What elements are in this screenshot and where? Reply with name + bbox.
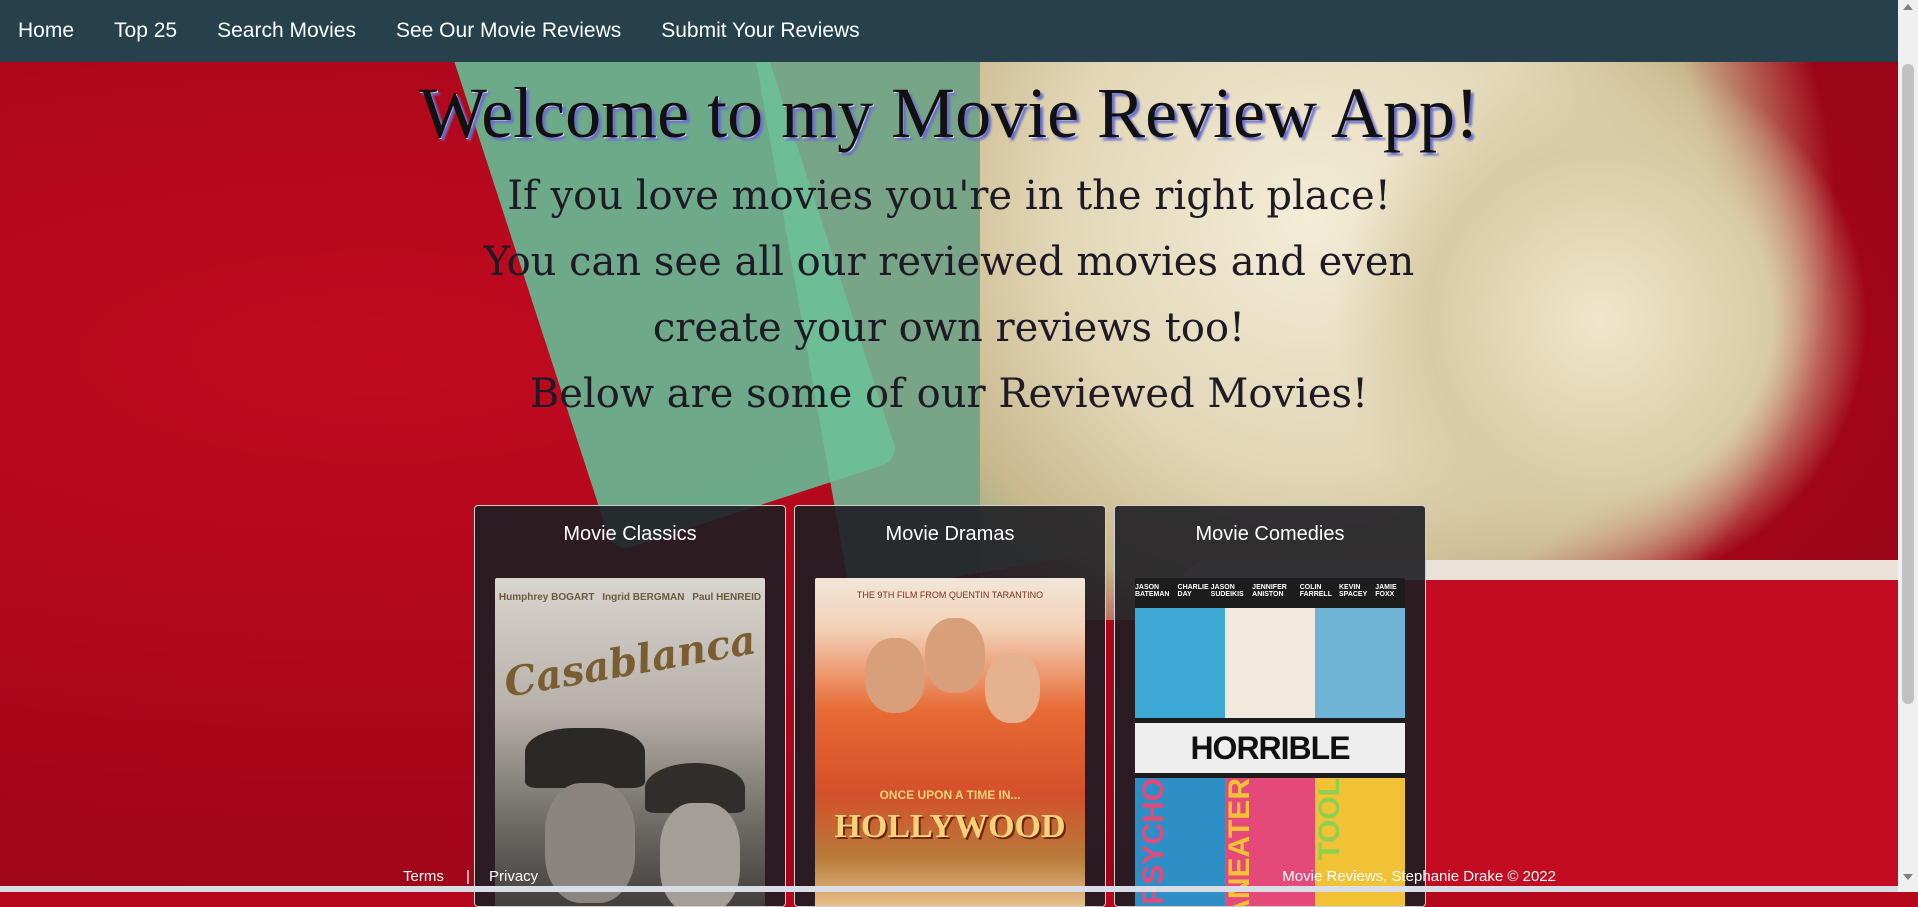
poster-face-graphic	[985, 653, 1040, 723]
poster-face-graphic	[925, 618, 985, 693]
scrollbar-thumb[interactable]	[1902, 64, 1914, 704]
hero-line-4: Below are some of our Reviewed Movies!	[529, 371, 1369, 417]
poster-panel	[1225, 608, 1315, 718]
poster-once-upon-a-time[interactable]: THE 9TH FILM FROM QUENTIN TARANTINO ONCE…	[815, 578, 1085, 906]
poster-names: JASON BATEMAN CHARLIE DAY JASON SUDEIKIS…	[1135, 584, 1405, 598]
poster-name: JASON BATEMAN	[1135, 584, 1170, 598]
scroll-up-arrow-icon[interactable]	[1903, 4, 1913, 10]
poster-horrible-bosses[interactable]: JASON BATEMAN CHARLIE DAY JASON SUDEIKIS…	[1135, 578, 1405, 906]
footer-separator: |	[466, 868, 470, 885]
movie-cards: Movie Classics Humphrey BOGART Ingrid BE…	[474, 505, 1426, 907]
nav-see-reviews[interactable]: See Our Movie Reviews	[378, 19, 639, 43]
footer-privacy-link[interactable]: Privacy	[489, 868, 538, 885]
card-movie-comedies[interactable]: Movie Comedies JASON BATEMAN CHARLIE DAY…	[1114, 505, 1426, 907]
nav-home[interactable]: Home	[0, 19, 92, 43]
nav-search-movies[interactable]: Search Movies	[199, 19, 374, 43]
poster-name: COLIN FARRELL	[1299, 584, 1332, 598]
navbar: Home Top 25 Search Movies See Our Movie …	[0, 0, 1898, 62]
hero-line-2: You can see all our reviewed movies and …	[483, 239, 1415, 285]
poster-name: JASON SUDEIKIS	[1210, 584, 1244, 598]
poster-name: Paul HENREID	[692, 592, 762, 603]
bottom-strip	[0, 886, 1898, 892]
poster-name: JENNIFER ANISTON	[1252, 584, 1287, 598]
card-movie-classics[interactable]: Movie Classics Humphrey BOGART Ingrid BE…	[474, 505, 786, 907]
poster-upper-title: ONCE UPON A TIME IN...	[879, 788, 1021, 802]
nav-submit-reviews[interactable]: Submit Your Reviews	[643, 19, 877, 43]
hero-line-1: If you love movies you're in the right p…	[507, 173, 1391, 219]
hero: Welcome to my Movie Review App! If you l…	[0, 62, 1898, 427]
poster-name: Humphrey BOGART	[498, 592, 595, 603]
card-title: Movie Classics	[563, 523, 697, 545]
poster-name: Ingrid BERGMAN	[602, 592, 685, 603]
card-title: Movie Dramas	[885, 523, 1015, 545]
card-title: Movie Comedies	[1195, 523, 1345, 545]
poster-name: JAMIE FOXX	[1375, 584, 1397, 598]
poster-name: CHARLIE DAY	[1177, 584, 1209, 598]
poster-hat-graphic	[525, 728, 645, 788]
poster-panel	[1135, 608, 1225, 718]
nav-top-25[interactable]: Top 25	[96, 19, 195, 43]
footer-copyright: Movie Reviews, Stephanie Drake © 2022	[1282, 868, 1556, 885]
poster-title: HOLLYWOOD	[834, 808, 1066, 845]
hero-line-3: create your own reviews too!	[652, 305, 1246, 351]
poster-title: Casablanca	[500, 616, 760, 707]
poster-names: Humphrey BOGART Ingrid BERGMAN Paul HENR…	[495, 592, 765, 603]
poster-word: TOOL	[1313, 778, 1346, 861]
page-scrollbar[interactable]	[1898, 0, 1918, 892]
poster-face-graphic	[865, 638, 925, 713]
poster-name: KEVIN SPACEY	[1339, 584, 1368, 598]
page-title: Welcome to my Movie Review App!	[419, 73, 1479, 153]
poster-title: HORRIBLE BOSSES	[1135, 723, 1405, 816]
footer-terms-link[interactable]: Terms	[403, 868, 444, 885]
poster-casablanca[interactable]: Humphrey BOGART Ingrid BERGMAN Paul HENR…	[495, 578, 765, 906]
poster-panel	[1315, 608, 1405, 718]
scroll-down-arrow-icon[interactable]	[1903, 874, 1913, 880]
card-movie-dramas[interactable]: Movie Dramas THE 9TH FILM FROM QUENTIN T…	[794, 505, 1106, 907]
poster-tagline: THE 9TH FILM FROM QUENTIN TARANTINO	[856, 590, 1044, 600]
